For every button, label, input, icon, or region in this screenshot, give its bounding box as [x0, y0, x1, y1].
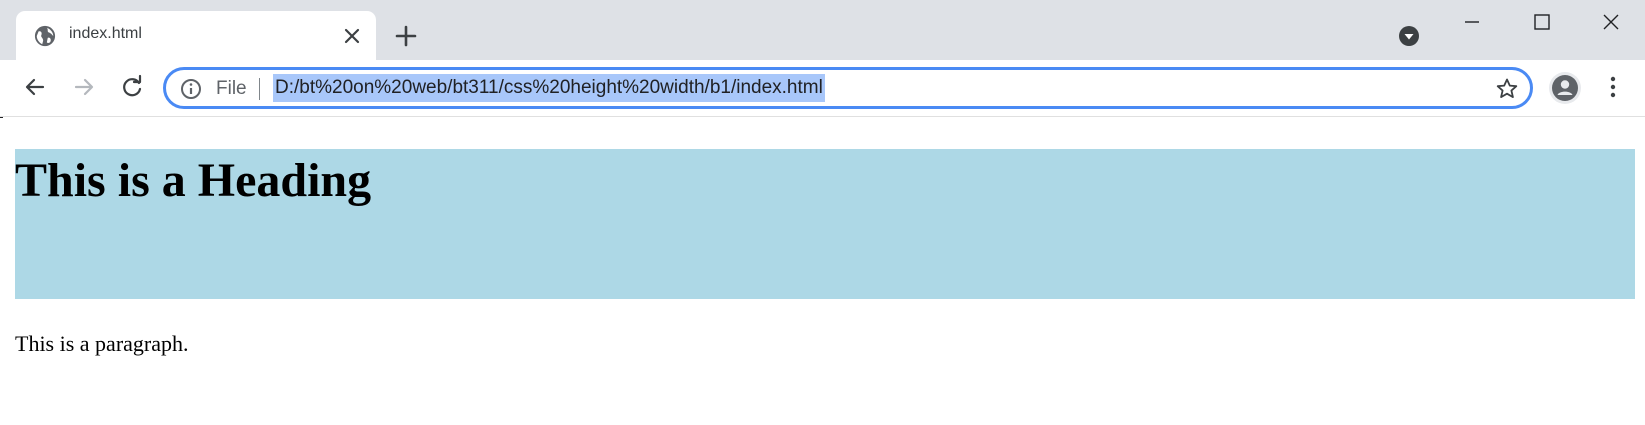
heading-block: This is a Heading: [15, 149, 1635, 299]
paragraph: This is a paragraph.: [15, 331, 189, 356]
tab-title: index.html: [69, 25, 142, 42]
tab-index-html[interactable]: index.html: [16, 11, 376, 60]
omnibox-divider: [259, 78, 260, 100]
minimize-icon[interactable]: [1460, 10, 1484, 34]
page-heading: This is a Heading: [15, 154, 372, 207]
profile-avatar[interactable]: [1549, 72, 1581, 104]
page-content: This is a Heading This is a paragraph.: [0, 118, 1645, 425]
close-tab-icon[interactable]: [342, 26, 362, 46]
bookmark-star-icon[interactable]: [1495, 77, 1519, 101]
reload-icon[interactable]: [119, 74, 145, 100]
more-menu-icon[interactable]: [1601, 74, 1625, 100]
address-bar[interactable]: File D:/bt%20on%20web/bt311/css%20height…: [163, 67, 1533, 109]
maximize-icon[interactable]: [1530, 10, 1554, 34]
url-text[interactable]: D:/bt%20on%20web/bt311/css%20height%20wi…: [273, 74, 825, 102]
browser-window: index.html File D:/bt%20on%20web/bt311/c…: [0, 0, 1645, 425]
close-window-icon[interactable]: [1599, 10, 1623, 34]
person-icon: [1552, 75, 1578, 101]
new-tab-icon[interactable]: [394, 24, 418, 48]
toolbar: File D:/bt%20on%20web/bt311/css%20height…: [0, 60, 1645, 117]
scheme-label: File: [216, 78, 247, 99]
globe-icon: [34, 25, 56, 47]
forward-arrow-icon[interactable]: [71, 74, 97, 100]
info-icon[interactable]: [180, 78, 202, 100]
tab-strip: index.html: [0, 0, 1645, 60]
tab-search-icon[interactable]: [1398, 25, 1420, 47]
back-arrow-icon[interactable]: [22, 74, 48, 100]
